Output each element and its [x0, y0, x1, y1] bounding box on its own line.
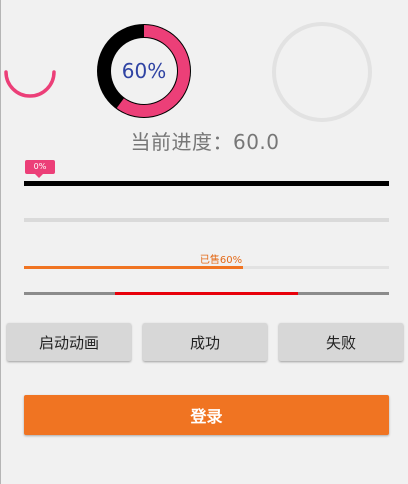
circular-progress: 60% [96, 23, 192, 119]
progress-tag: 0% [25, 160, 55, 174]
start-animation-button[interactable]: 启动动画 [7, 323, 131, 361]
progress-tag-pointer [35, 174, 43, 178]
secondary-progress-fill [115, 292, 298, 295]
success-button[interactable]: 成功 [143, 323, 267, 361]
progress-text: 当前进度：60.0 [130, 130, 280, 154]
empty-progress-bar [24, 218, 389, 222]
sold-percent-label: 已售60% [199, 255, 243, 266]
login-button[interactable]: 登录 [24, 395, 389, 435]
loading-spinner [4, 70, 56, 98]
sold-progress-fill [24, 266, 243, 269]
sold-progress-bar [24, 266, 389, 269]
fail-button[interactable]: 失败 [279, 323, 403, 361]
empty-circular-progress [272, 22, 372, 122]
tagged-progress-bar [24, 181, 389, 186]
secondary-progress-bar [24, 292, 389, 295]
circular-progress-label: 60% [121, 59, 167, 83]
